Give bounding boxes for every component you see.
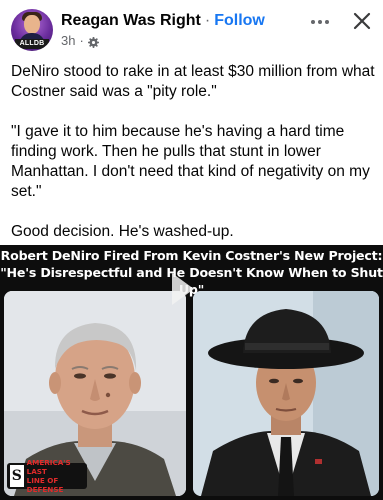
divider-arrow-icon: [172, 273, 194, 305]
more-dots-icon: [311, 20, 315, 24]
avatar-face: [24, 15, 40, 34]
post-paragraph: Good decision. He's washed-up.: [11, 223, 234, 240]
post-paragraph: DeNiro stood to rake in at least $30 mil…: [11, 63, 375, 100]
watermark-logo: S: [10, 465, 24, 487]
author-name[interactable]: Reagan Was Right: [61, 12, 201, 29]
post-paragraph: "I gave it to him because he's having a …: [11, 123, 370, 200]
watermark-line: AMERICA'S LAST: [26, 458, 71, 476]
name-separator: ·: [204, 12, 211, 29]
follow-button[interactable]: Follow: [214, 12, 265, 29]
post-header: ALLDB Reagan Was Right · Follow 3h ·: [0, 0, 383, 56]
post-meta: 3h ·: [61, 33, 99, 49]
headline-line: Robert DeNiro Fired From Kevin Costner's…: [0, 248, 383, 263]
post-timestamp[interactable]: 3h: [61, 33, 75, 49]
site-watermark: S AMERICA'S LAST LINE OF DEFENSE: [7, 458, 87, 494]
avatar-badge: ALLDB: [15, 39, 49, 49]
meta-separator: ·: [79, 33, 84, 48]
author-row: Reagan Was Right · Follow: [61, 11, 265, 31]
close-icon: [353, 12, 371, 30]
close-button[interactable]: [349, 8, 375, 34]
more-dots-icon: [318, 20, 322, 24]
gear-icon[interactable]: [87, 36, 99, 48]
more-dots-icon: [325, 20, 329, 24]
watermark-line: LINE OF DEFENSE: [26, 476, 64, 494]
right-portrait: [193, 291, 379, 496]
author-avatar[interactable]: ALLDB: [11, 9, 53, 51]
watermark-text: AMERICA'S LAST LINE OF DEFENSE: [27, 458, 87, 494]
more-options-button[interactable]: [306, 12, 334, 32]
post-body: DeNiro stood to rake in at least $30 mil…: [11, 62, 377, 242]
